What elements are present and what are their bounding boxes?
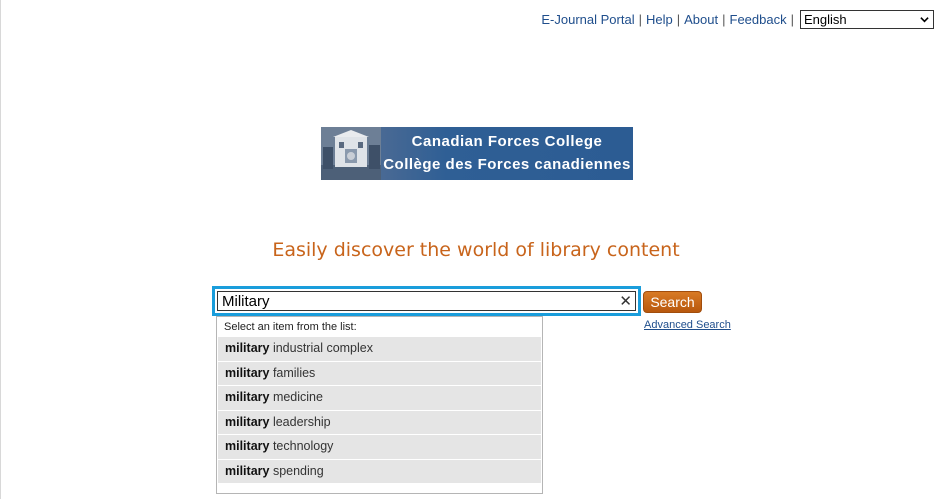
college-logo-banner: Canadian Forces College Collège des Forc… [321, 127, 633, 180]
suggestion-match: military [225, 390, 270, 404]
autocomplete-item[interactable]: military spending [218, 459, 541, 483]
nav-link-feedback[interactable]: Feedback [730, 12, 787, 27]
suggestion-rest: spending [269, 463, 324, 478]
clear-icon[interactable]: ✕ [619, 292, 632, 310]
chevron-down-icon [920, 17, 929, 23]
college-building-image [321, 127, 381, 180]
logo-title-french: Collège des Forces canadiennes [383, 156, 631, 173]
nav-separator: | [722, 12, 726, 27]
search-input[interactable]: Military [217, 291, 636, 311]
language-select[interactable]: English [800, 10, 934, 29]
nav-separator: | [638, 12, 642, 27]
suggestion-rest: families [269, 365, 316, 380]
suggestion-rest: technology [269, 439, 334, 453]
suggestion-match: military [225, 414, 270, 429]
suggestion-rest: medicine [269, 390, 323, 404]
suggestion-match: military [225, 365, 270, 380]
autocomplete-item[interactable]: military technology [218, 435, 541, 459]
logo-title-english: Canadian Forces College [411, 133, 603, 150]
autocomplete-item[interactable]: military leadership [218, 410, 541, 434]
suggestion-rest: leadership [269, 414, 331, 429]
suggestion-match: military [225, 463, 270, 478]
autocomplete-item[interactable]: military families [218, 361, 541, 385]
suggestion-rest: industrial complex [269, 341, 373, 355]
autocomplete-dropdown: Select an item from the list: military i… [216, 316, 543, 494]
page-tagline: Easily discover the world of library con… [272, 239, 680, 261]
nav-separator: | [676, 12, 681, 27]
nav-separator: | [790, 12, 794, 27]
language-select-value: English [804, 12, 847, 27]
search-box-focus-ring: Military ✕ [212, 286, 641, 316]
nav-link-ejournal-portal[interactable]: E-Journal Portal [541, 12, 634, 27]
suggestion-match: military [225, 341, 270, 355]
advanced-search-link[interactable]: Advanced Search [644, 319, 731, 331]
autocomplete-hint: Select an item from the list: [224, 321, 357, 333]
autocomplete-item[interactable]: military medicine [218, 386, 541, 410]
nav-link-about[interactable]: About [684, 12, 718, 27]
top-navigation: E-Journal Portal | Help | About | Feedba… [541, 10, 934, 29]
autocomplete-item[interactable]: military industrial complex [218, 337, 541, 361]
nav-link-help[interactable]: Help [646, 12, 673, 27]
suggestion-match: military [225, 439, 270, 453]
search-button[interactable]: Search [643, 291, 702, 313]
